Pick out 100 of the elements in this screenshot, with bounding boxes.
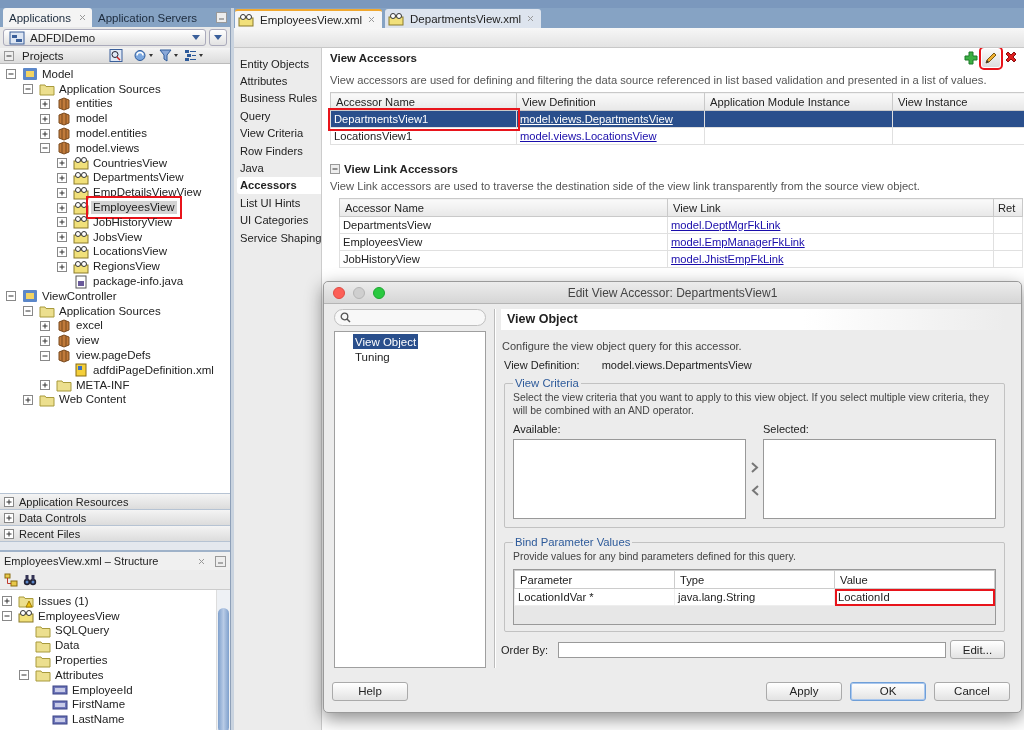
expand-icon[interactable] xyxy=(57,261,67,272)
dialog-button[interactable]: OK xyxy=(850,681,926,701)
chevron-left-icon[interactable] xyxy=(749,485,760,496)
column-header[interactable]: Ret xyxy=(993,198,1023,217)
tree-item[interactable]: LocationsView xyxy=(91,245,169,259)
tree-item[interactable]: Issues (1) xyxy=(36,594,91,608)
expand-icon[interactable] xyxy=(57,172,67,183)
edit-button[interactable]: Edit... xyxy=(950,640,1005,659)
collapse-icon[interactable] xyxy=(40,350,50,361)
close-button[interactable] xyxy=(333,286,345,299)
chevron-right-icon[interactable] xyxy=(749,462,760,473)
collapse-icon[interactable] xyxy=(19,670,29,681)
section-tab[interactable]: UI Categories xyxy=(237,211,321,229)
expand-icon[interactable] xyxy=(4,528,14,539)
expand-icon[interactable] xyxy=(57,246,67,257)
tree-item[interactable]: SQLQuery xyxy=(53,624,112,638)
section-tab[interactable]: List UI Hints xyxy=(237,194,321,212)
tree-item[interactable]: package-info.java xyxy=(91,275,186,289)
tree-item[interactable]: EmployeesView xyxy=(36,609,122,623)
section-tab[interactable]: Row Finders xyxy=(237,141,321,160)
close-icon[interactable] xyxy=(79,14,86,21)
tree-item[interactable]: JobsView xyxy=(91,230,144,244)
collapse-icon[interactable] xyxy=(330,164,340,174)
selected-list[interactable] xyxy=(763,439,996,519)
column-header[interactable]: Value xyxy=(834,570,995,589)
toolbar-button[interactable] xyxy=(982,49,1000,67)
minimize-icon[interactable] xyxy=(215,555,226,567)
tree-item[interactable]: model.views xyxy=(74,141,142,155)
tree-item[interactable]: RegionsView xyxy=(91,260,162,274)
section-tab[interactable]: Query xyxy=(237,107,321,125)
section-tab[interactable]: Business Rules xyxy=(237,89,321,108)
editor-tab[interactable]: EmployeesView.xml xyxy=(235,9,383,28)
collapse-icon[interactable] xyxy=(2,611,12,622)
expand-icon[interactable] xyxy=(57,202,67,213)
tree-item[interactable]: EmployeeId xyxy=(70,683,135,697)
minimize-icon[interactable] xyxy=(216,12,227,23)
tree-item[interactable]: excel xyxy=(74,319,105,333)
application-dropdown[interactable]: ADFDIDemo xyxy=(3,29,206,46)
tree-item[interactable]: Properties xyxy=(53,654,110,668)
tree-item[interactable]: LastName xyxy=(70,713,127,727)
order-by-field[interactable] xyxy=(558,641,946,658)
expand-icon[interactable] xyxy=(2,596,12,607)
expand-icon[interactable] xyxy=(4,496,14,507)
tree-item[interactable]: view xyxy=(74,334,101,348)
menu-button[interactable] xyxy=(209,29,227,46)
collapse-icon[interactable] xyxy=(23,84,33,95)
column-header[interactable]: View Definition xyxy=(516,92,705,111)
expand-icon[interactable] xyxy=(57,232,67,243)
tree-item[interactable]: ViewController xyxy=(40,289,119,303)
accordion-header[interactable]: Data Controls xyxy=(0,509,230,525)
list-options-icon[interactable] xyxy=(184,49,204,62)
tree-item[interactable]: CountriesView xyxy=(91,156,169,170)
column-header[interactable]: Type xyxy=(674,570,835,589)
tree-item[interactable]: entities xyxy=(74,97,115,111)
collapse-icon[interactable] xyxy=(6,291,16,302)
tree-item[interactable]: Application Sources xyxy=(57,304,163,318)
expand-icon[interactable] xyxy=(4,512,14,523)
expand-icon[interactable] xyxy=(23,394,33,405)
section-tab[interactable]: Accessors xyxy=(237,176,321,195)
tree-item[interactable]: DepartmentsView xyxy=(91,171,186,185)
expand-icon[interactable] xyxy=(57,158,67,169)
panel-tab[interactable]: Application Servers xyxy=(92,8,204,27)
column-header[interactable]: View Instance xyxy=(892,92,1024,111)
table-row[interactable]: DepartmentsView1 model.views.DepartmentsView xyxy=(330,110,1024,128)
accordion-header[interactable]: Application Resources xyxy=(0,493,230,509)
help-button[interactable]: Help xyxy=(332,681,408,701)
zoom-button[interactable] xyxy=(373,286,385,299)
expand-icon[interactable] xyxy=(40,335,50,346)
sync-icon[interactable] xyxy=(134,49,154,62)
expand-icon[interactable] xyxy=(57,187,67,198)
tree-item[interactable]: Data xyxy=(53,639,82,653)
hierarchy-icon[interactable] xyxy=(4,572,18,587)
tree-item[interactable]: adfdiPageDefinition.xml xyxy=(91,363,216,377)
section-tab[interactable]: View Criteria xyxy=(237,124,321,142)
section-tab[interactable]: Java xyxy=(237,159,321,177)
close-icon[interactable] xyxy=(368,16,376,23)
binoculars-icon[interactable] xyxy=(23,572,37,587)
section-tab[interactable]: Entity Objects xyxy=(237,55,321,73)
available-list[interactable] xyxy=(513,439,746,519)
tree-item[interactable]: view.pageDefs xyxy=(74,349,153,363)
column-header[interactable]: View Link xyxy=(667,198,994,217)
tree-item[interactable]: FirstName xyxy=(70,698,128,712)
tree-item[interactable]: Web Content xyxy=(57,393,128,407)
tree-item[interactable]: EmpDetailsViewView xyxy=(91,186,204,200)
search-field[interactable] xyxy=(334,309,486,326)
tree-item[interactable]: Model xyxy=(40,67,76,81)
dialog-button[interactable]: Apply xyxy=(766,681,842,701)
tree-item[interactable]: model xyxy=(74,112,110,126)
section-tab[interactable]: Service Shaping xyxy=(237,228,321,247)
expand-icon[interactable] xyxy=(40,380,50,391)
collapse-icon[interactable] xyxy=(6,69,16,80)
tree-item[interactable]: Tuning xyxy=(353,349,392,364)
collapse-icon[interactable] xyxy=(4,50,14,61)
dialog-button[interactable]: Cancel xyxy=(934,681,1010,701)
scrollbar-thumb[interactable] xyxy=(218,608,229,730)
tree-item[interactable]: View Object xyxy=(353,334,419,349)
column-header[interactable]: Accessor Name xyxy=(339,198,668,217)
tree-item[interactable]: Attributes xyxy=(53,668,106,682)
expand-icon[interactable] xyxy=(40,320,50,331)
tree-item[interactable]: model.entities xyxy=(74,127,149,141)
